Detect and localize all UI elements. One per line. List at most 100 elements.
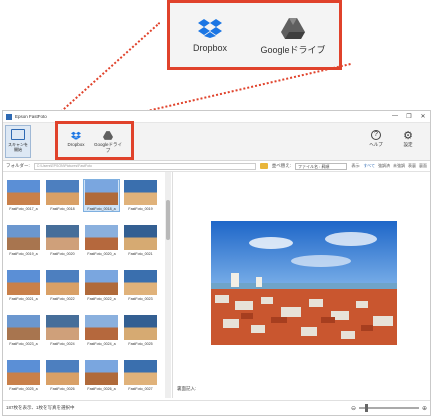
thumbnail-item[interactable]: FastFoto_0024_a <box>84 315 119 346</box>
zoom-slider[interactable] <box>358 404 419 412</box>
thumbnail-image <box>85 360 118 385</box>
filter-back[interactable]: 裏面 <box>419 163 427 169</box>
thumbnail-item[interactable]: FastFoto_0017_a <box>6 180 41 211</box>
callout-dropbox-button[interactable]: Dropbox <box>175 17 245 53</box>
view-filter: 表示: すべて 強調済 未強調 表裏 裏面 <box>351 163 427 169</box>
close-icon[interactable]: ✕ <box>416 113 430 120</box>
thumbnail-item[interactable]: FastFoto_0018_a <box>83 179 120 212</box>
thumbnail-image <box>7 315 40 340</box>
zoom-slider-thumb[interactable] <box>364 404 368 412</box>
thumbnail-grid: FastFoto_0017_a FastFoto_0018 FastFoto_001… <box>3 172 165 398</box>
pane-divider[interactable] <box>172 172 173 398</box>
filter-enhanced[interactable]: 強調済 <box>378 163 390 169</box>
thumbnail-filename: FastFoto_0026_a <box>87 387 116 391</box>
callout-gdrive-button[interactable]: Googleドライブ <box>258 17 328 56</box>
folder-path-field[interactable]: C:\Users\EPSON\Pictures\FastFoto <box>33 162 256 170</box>
thumbnail-filename: FastFoto_0023_a <box>9 342 38 346</box>
thumbnail-item[interactable]: FastFoto_0022 <box>45 270 80 301</box>
main-content: FastFoto_0017_a FastFoto_0018 FastFoto_001… <box>3 172 430 398</box>
thumbnail-image <box>46 360 79 385</box>
folder-browse-icon[interactable] <box>259 163 268 169</box>
thumbnail-item[interactable]: FastFoto_0021 <box>123 225 158 256</box>
thumbnail-image <box>7 360 40 385</box>
callout-gdrive-label: Googleドライブ <box>260 45 326 55</box>
thumbnail-image <box>124 360 157 385</box>
thumbnail-filename: FastFoto_0020 <box>50 252 75 256</box>
callout-dropbox-label: Dropbox <box>192 43 228 53</box>
thumbnail-image <box>85 180 118 205</box>
dropbox-icon <box>175 17 245 39</box>
thumbnail-filename: FastFoto_0018_a <box>87 207 116 211</box>
minimize-icon[interactable]: — <box>388 113 402 120</box>
zoom-in-icon[interactable]: ⊕ <box>422 405 427 412</box>
sort-label: 並べ替え: <box>271 163 291 168</box>
thumbnail-image <box>85 270 118 295</box>
thumbnail-scrollbar[interactable] <box>165 172 171 398</box>
thumbnail-filename: FastFoto_0024 <box>50 342 75 346</box>
sort-select[interactable]: ファイル名 : 昇順 <box>295 162 347 170</box>
help-button[interactable]: ? ヘルプ <box>360 128 392 148</box>
thumbnail-item[interactable]: FastFoto_0019_a <box>6 225 41 256</box>
thumbnail-filename: FastFoto_0023 <box>128 297 153 301</box>
thumbnail-item[interactable]: FastFoto_0026 <box>45 360 80 391</box>
thumbnail-item[interactable]: FastFoto_0025_a <box>6 360 41 391</box>
thumbnail-item[interactable]: FastFoto_0022_a <box>84 270 119 301</box>
filter-front-back[interactable]: 表裏 <box>408 163 416 169</box>
help-label: ヘルプ <box>369 142 383 147</box>
app-icon <box>6 113 12 120</box>
gear-icon: ⚙ <box>403 129 413 142</box>
maximize-icon[interactable]: ❐ <box>402 113 416 120</box>
back-note-label: 裏面記入: <box>177 386 197 391</box>
thumbnail-filename: FastFoto_0021_a <box>9 297 38 301</box>
settings-button[interactable]: ⚙ 設定 <box>392 128 424 148</box>
start-scan-button[interactable]: スキャンを 開始 <box>5 125 31 158</box>
settings-label: 設定 <box>403 142 413 147</box>
thumbnail-item[interactable]: FastFoto_0026_a <box>84 360 119 391</box>
status-bar: 187枚を表示、1枚を写真を選択中 ⊖ ⊕ <box>3 400 430 415</box>
thumbnail-filename: FastFoto_0024_a <box>87 342 116 346</box>
thumbnail-item[interactable]: FastFoto_0023 <box>123 270 158 301</box>
zoom-out-icon[interactable]: ⊖ <box>351 405 356 412</box>
thumbnail-item[interactable]: FastFoto_0020 <box>45 225 80 256</box>
ribbon-toolbar: スキャンを 開始 Dropbox Googleドライブ ? ヘルプ ⚙ 設定 <box>3 121 430 161</box>
thumbnail-filename: FastFoto_0022 <box>50 297 75 301</box>
thumbnail-filename: FastFoto_0021 <box>128 252 153 256</box>
thumbnail-item[interactable]: FastFoto_0019 <box>123 180 158 211</box>
thumbnail-image <box>85 315 118 340</box>
thumbnail-image <box>124 225 157 250</box>
thumbnail-item[interactable]: FastFoto_0018 <box>45 180 80 211</box>
thumbnail-filename: FastFoto_0018 <box>50 207 75 211</box>
screenshot-stage: Dropbox Googleドライブ Epson FastFoto — ❐ ✕ <box>0 0 433 416</box>
thumbnail-image <box>7 270 40 295</box>
thumbnail-item[interactable]: FastFoto_0025 <box>123 315 158 346</box>
preview-photo <box>211 221 397 345</box>
thumbnail-image <box>46 270 79 295</box>
cloud-buttons-highlight <box>55 121 134 160</box>
thumbnail-image <box>7 180 40 205</box>
scrollbar-thumb[interactable] <box>166 200 170 240</box>
zoom-callout: Dropbox Googleドライブ <box>167 0 342 70</box>
filter-all[interactable]: すべて <box>363 163 375 169</box>
zoom-control: ⊖ ⊕ <box>351 404 427 412</box>
status-text: 187枚を表示、1枚を写真を選択中 <box>6 405 75 410</box>
app-window: Epson FastFoto — ❐ ✕ スキャンを 開始 Dropbox Go… <box>2 110 431 416</box>
thumbnail-filename: FastFoto_0017_a <box>9 207 38 211</box>
thumbnail-filename: FastFoto_0019_a <box>9 252 38 256</box>
thumbnail-image <box>124 180 157 205</box>
thumbnail-item[interactable]: FastFoto_0023_a <box>6 315 41 346</box>
folder-bar: フォルダー: C:\Users\EPSON\Pictures\FastFoto … <box>3 161 430 172</box>
thumbnail-image <box>46 225 79 250</box>
thumbnail-filename: FastFoto_0027 <box>128 387 153 391</box>
thumbnail-image <box>85 225 118 250</box>
thumbnail-item[interactable]: FastFoto_0020_a <box>84 225 119 256</box>
scan-label-line2: 開始 <box>14 147 22 152</box>
thumbnail-item[interactable]: FastFoto_0021_a <box>6 270 41 301</box>
filter-unenhanced[interactable]: 未強調 <box>393 163 405 169</box>
google-drive-icon <box>258 17 328 39</box>
help-icon: ? <box>371 130 381 140</box>
thumbnail-item[interactable]: FastFoto_0027 <box>123 360 158 391</box>
thumbnail-filename: FastFoto_0022_a <box>87 297 116 301</box>
thumbnail-filename: FastFoto_0020_a <box>87 252 116 256</box>
preview-pane: 裏面記入: <box>175 172 430 398</box>
thumbnail-item[interactable]: FastFoto_0024 <box>45 315 80 346</box>
